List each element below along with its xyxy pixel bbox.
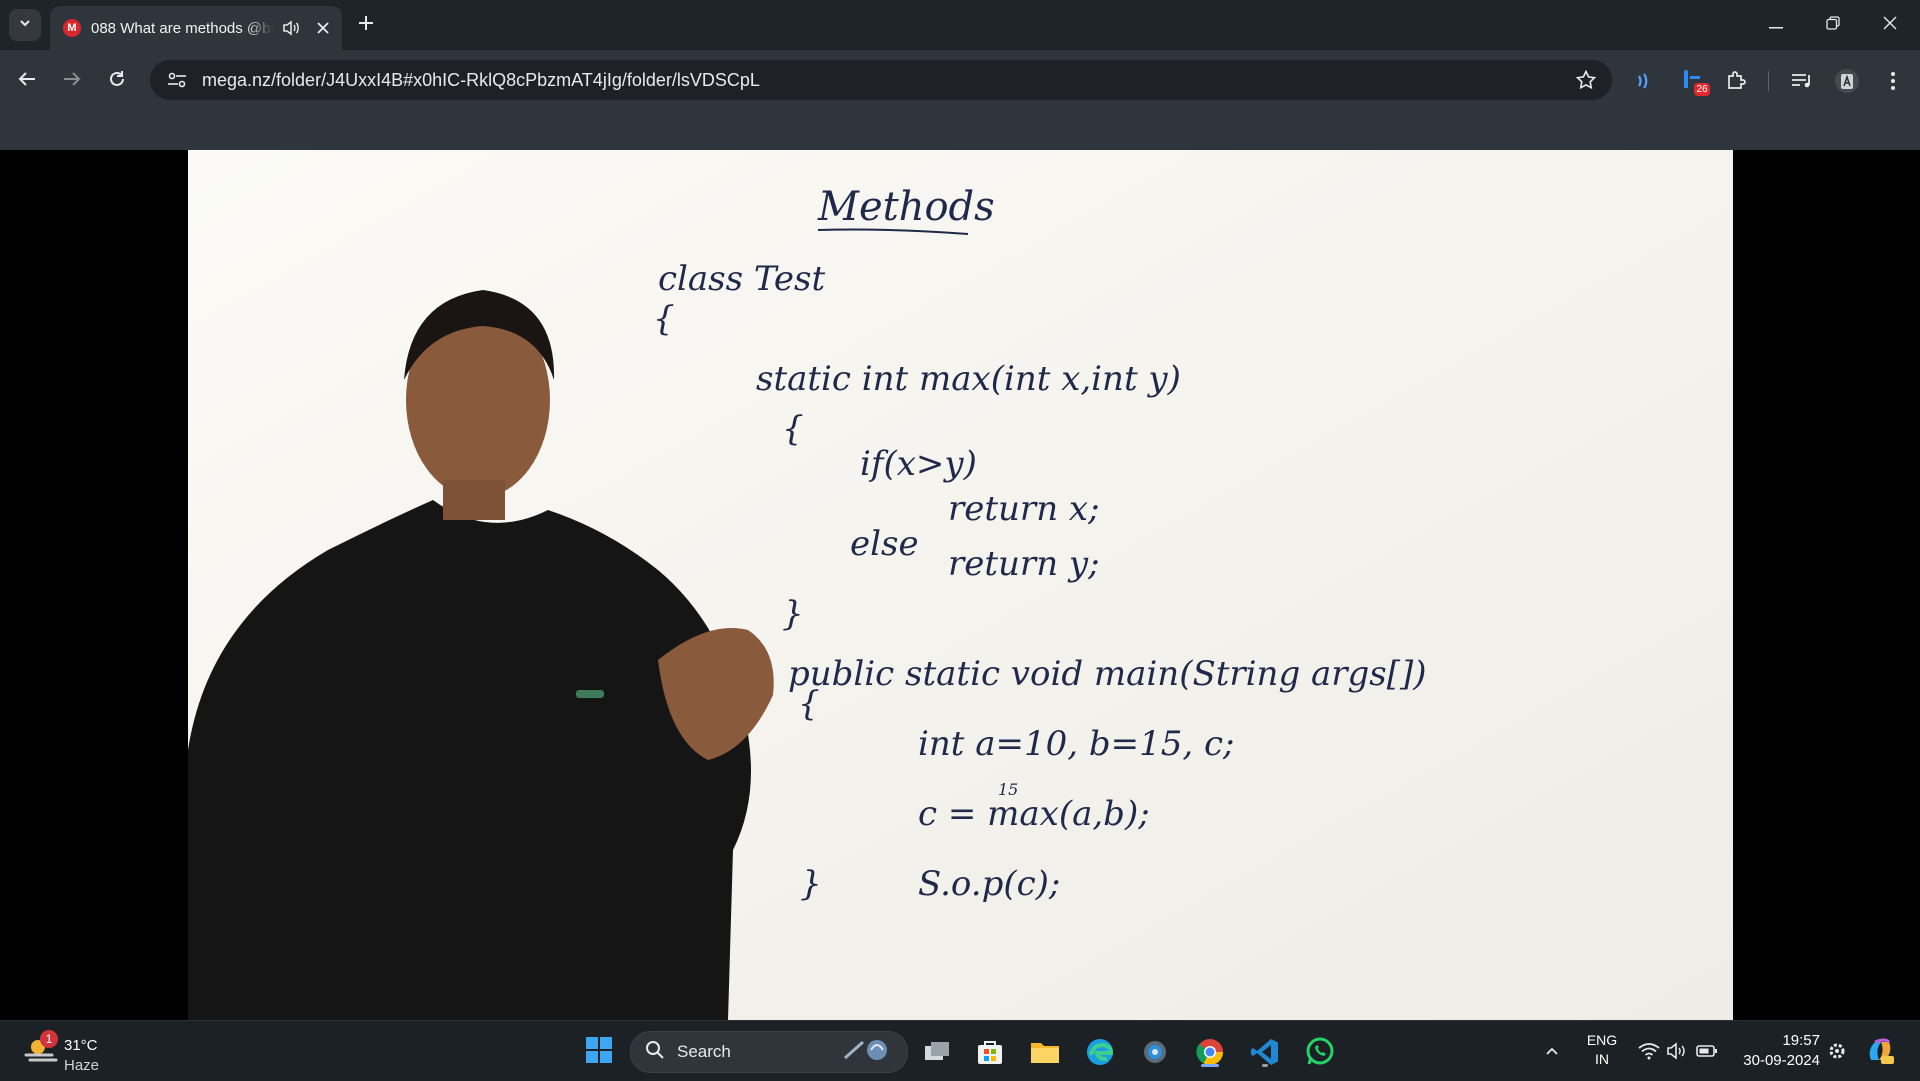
- close-icon: [1883, 16, 1897, 35]
- taskbar-search[interactable]: Search: [630, 1031, 908, 1073]
- board-line: public static void main(String args[]): [788, 654, 1427, 694]
- board-line: if(x>y): [860, 444, 977, 484]
- tab-strip: M 088 What are methods @br: [0, 0, 1920, 50]
- minimize-button[interactable]: [1753, 10, 1799, 40]
- battery-icon[interactable]: [1694, 1021, 1720, 1081]
- whatsapp-icon[interactable]: [1301, 1033, 1339, 1071]
- board-line: return y;: [948, 544, 1100, 584]
- settings-icon[interactable]: [1136, 1033, 1174, 1071]
- board-line: else: [850, 524, 919, 564]
- new-tab-button[interactable]: [353, 12, 379, 38]
- clock-time: 19:57: [1782, 1032, 1820, 1049]
- minimize-icon: [1769, 16, 1783, 34]
- chevron-up-icon[interactable]: [1540, 1021, 1564, 1081]
- region-line: IN: [1595, 1051, 1609, 1067]
- chevron-down-icon: [18, 16, 32, 35]
- start-button[interactable]: [580, 1033, 618, 1071]
- board-line: }: [800, 864, 822, 904]
- board-line: int a=10, b=15, c;: [918, 724, 1235, 764]
- weather-widget[interactable]: 1 31°C Haze: [20, 1027, 140, 1075]
- language-indicator[interactable]: ENG IN: [1582, 1031, 1622, 1069]
- file-explorer-icon[interactable]: [1026, 1033, 1064, 1071]
- running-indicator: [1201, 1064, 1219, 1067]
- tab-title: 088 What are methods @br: [91, 19, 273, 37]
- video-frame: Methods class Test { static int max(int …: [188, 150, 1733, 1020]
- chrome-icon[interactable]: [1191, 1033, 1229, 1071]
- vscode-icon[interactable]: [1246, 1033, 1284, 1071]
- url-text: mega.nz/folder/J4UxxI4B#x0hIC-RklQ8cPbzm…: [202, 69, 760, 90]
- board-line: {: [782, 409, 804, 449]
- board-title: Methods: [817, 184, 995, 230]
- close-window-button[interactable]: [1867, 10, 1913, 40]
- speaker-icon[interactable]: [281, 18, 301, 38]
- restore-icon: [1826, 15, 1840, 35]
- task-view-icon[interactable]: [918, 1033, 956, 1071]
- running-indicator: [1262, 1064, 1268, 1067]
- forward-button[interactable]: [55, 64, 89, 98]
- board-line: }: [782, 594, 804, 634]
- copilot-icon[interactable]: [1862, 1021, 1898, 1081]
- kebab-menu-icon[interactable]: [1876, 64, 1910, 98]
- store-icon[interactable]: [971, 1033, 1009, 1071]
- board-line: {: [653, 299, 675, 339]
- board-line: class Test: [658, 259, 825, 299]
- board-line: S.o.p(c);: [918, 864, 1060, 904]
- extension-badge: 26: [1694, 83, 1710, 96]
- close-tab-icon[interactable]: [313, 18, 333, 38]
- arrow-left-icon: [18, 71, 36, 92]
- clock[interactable]: 19:57 30-09-2024: [1734, 1031, 1820, 1071]
- extension-icon[interactable]: 26: [1676, 64, 1710, 98]
- board-line: return x;: [948, 489, 1100, 529]
- bookmark-star-icon[interactable]: [1574, 68, 1598, 92]
- search-highlight-icon: [841, 1036, 893, 1069]
- browser-toolbar: mega.nz/folder/J4UxxI4B#x0hIC-RklQ8cPbzm…: [0, 50, 1920, 150]
- search-label: Search: [677, 1042, 731, 1061]
- reload-icon: [108, 70, 126, 93]
- back-button[interactable]: [10, 64, 44, 98]
- plus-icon: [358, 15, 374, 36]
- video-player[interactable]: Methods class Test { static int max(int …: [0, 150, 1920, 1020]
- edge-icon[interactable]: [1081, 1033, 1119, 1071]
- language-line: ENG: [1586, 1032, 1618, 1048]
- avatar-icon[interactable]: [1830, 64, 1864, 98]
- toolbar-separator: [1768, 71, 1769, 91]
- weather-temp: 31°C: [64, 1037, 98, 1054]
- notification-gear-icon[interactable]: [1824, 1021, 1850, 1081]
- media-control-icon[interactable]: [1785, 64, 1819, 98]
- board-line: c = max(a,b);: [918, 794, 1150, 834]
- board-line: static int max(int x,int y): [756, 359, 1181, 399]
- windows-start-icon: [585, 1036, 613, 1069]
- tab-search-button[interactable]: [9, 9, 41, 41]
- weather-desc: Haze: [64, 1057, 100, 1074]
- read-aloud-icon[interactable]: [1628, 64, 1662, 98]
- address-bar[interactable]: mega.nz/folder/J4UxxI4B#x0hIC-RklQ8cPbzm…: [150, 60, 1612, 100]
- puzzle-icon[interactable]: [1719, 64, 1753, 98]
- wifi-icon[interactable]: [1636, 1021, 1662, 1081]
- weather-badge: 1: [40, 1030, 58, 1048]
- taskbar: 1 31°C Haze Search ENG IN 19:57 30-09-20…: [0, 1020, 1920, 1081]
- reload-button[interactable]: [100, 64, 134, 98]
- restore-button[interactable]: [1810, 10, 1856, 40]
- clock-date: 30-09-2024: [1743, 1052, 1820, 1069]
- active-tab[interactable]: M 088 What are methods @br: [50, 6, 342, 50]
- volume-icon[interactable]: [1664, 1021, 1690, 1081]
- mega-favicon-icon: M: [63, 19, 81, 37]
- tune-icon[interactable]: [164, 67, 190, 93]
- arrow-right-icon: [63, 71, 81, 92]
- search-icon: [645, 1040, 665, 1065]
- board-line: {: [798, 684, 820, 724]
